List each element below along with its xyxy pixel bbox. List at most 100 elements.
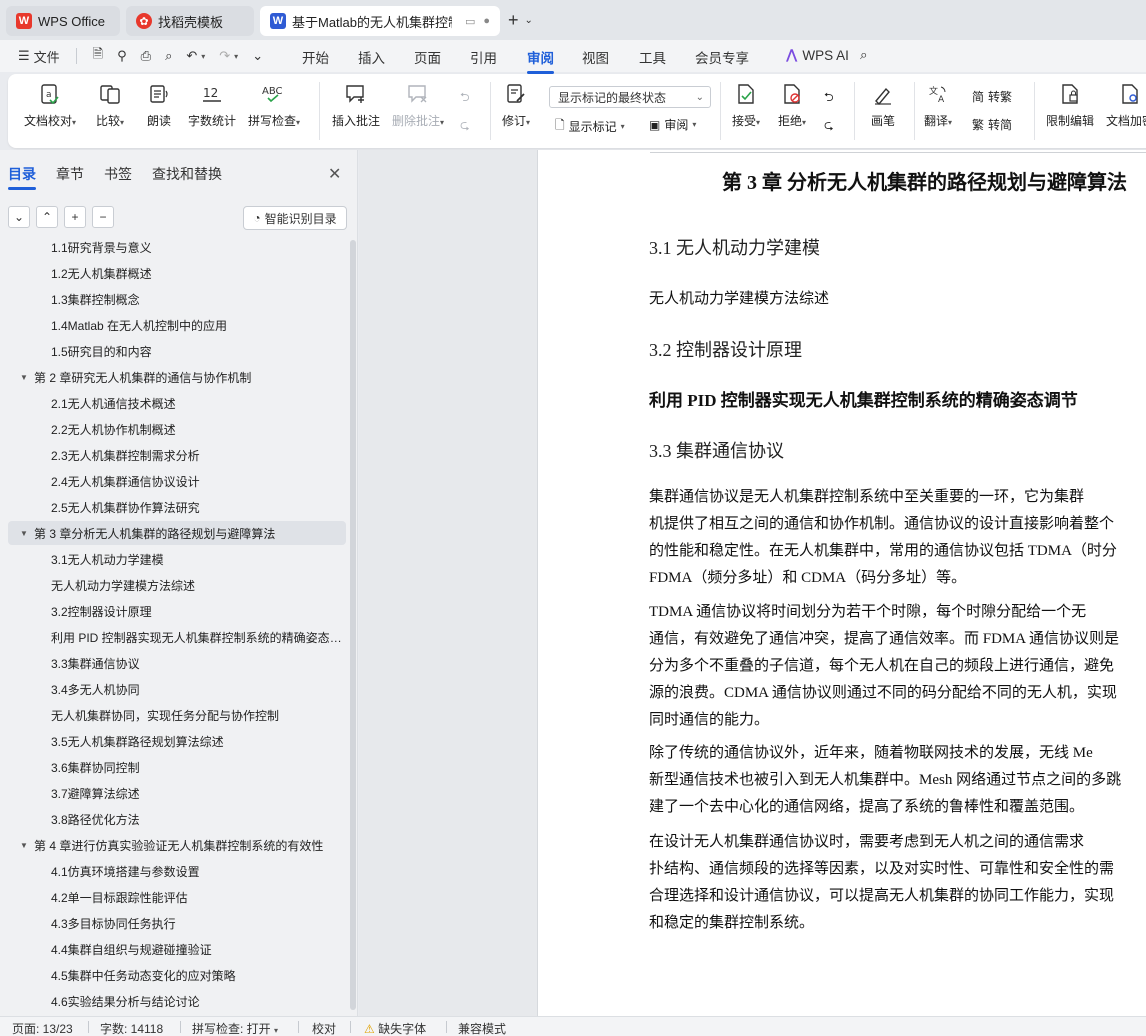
toc-section-item[interactable]: 4.4集群自组织与规避碰撞验证: [8, 937, 346, 961]
nav-tab-bookmarks[interactable]: 书签: [104, 164, 132, 184]
toc-section-item[interactable]: 无人机集群协同，实现任务分配与协作控制: [8, 703, 346, 727]
to-traditional-button[interactable]: 简 转繁: [972, 88, 1012, 105]
word-count-indicator[interactable]: 字数: 14118: [100, 1020, 163, 1036]
more-chevron-icon[interactable]: ⌄: [248, 46, 267, 66]
toc-section-item[interactable]: 2.3无人机集群控制需求分析: [8, 443, 346, 467]
translate-button[interactable]: 文A 翻译▾: [924, 82, 952, 129]
toc-chapter-item[interactable]: ▼ 第 3 章分析无人机集群的路径规划与避障算法: [8, 521, 346, 545]
toc-chapter-item[interactable]: ▼ 第 2 章研究无人机集群的通信与协作机制: [8, 365, 346, 389]
nav-scrollbar[interactable]: [350, 240, 356, 1010]
nav-tab-toc[interactable]: 目录: [8, 164, 36, 190]
menu-tab-insert[interactable]: 插入: [358, 47, 385, 67]
tab-document[interactable]: W 基于Matlab的无人机集群控制 ▭ ●: [260, 6, 500, 36]
proofread-indicator[interactable]: 校对: [312, 1020, 336, 1036]
page-indicator[interactable]: 页面: 13/23: [12, 1020, 73, 1036]
toc-section-item[interactable]: 3.7避障算法综述: [8, 781, 346, 805]
insert-comment-icon: [343, 82, 369, 106]
toc-section-item[interactable]: 4.2单一目标跟踪性能评估: [8, 885, 346, 909]
menu-tab-home[interactable]: 开始: [302, 47, 329, 67]
doc-encrypt-button[interactable]: 文档加密: [1106, 82, 1146, 129]
expand-triangle-icon[interactable]: ▼: [20, 529, 28, 538]
show-marks-button[interactable]: 🗋 显示标记 ▾: [555, 116, 625, 137]
delete-comment-button[interactable]: 删除批注▾: [392, 82, 444, 129]
compare-button[interactable]: 比较▾: [96, 82, 124, 129]
next-change-icon[interactable]: ⮎: [824, 116, 834, 137]
toc-section-item[interactable]: 4.6实验结果分析与结论讨论: [8, 989, 346, 1013]
export-pdf-icon[interactable]: ⚲: [113, 46, 131, 66]
toc-section-item[interactable]: 3.2控制器设计原理: [8, 599, 346, 623]
search-icon[interactable]: ⌕: [860, 47, 868, 63]
toc-section-item[interactable]: 2.4无人机集群通信协议设计: [8, 469, 346, 493]
toc-section-item[interactable]: 3.8路径优化方法: [8, 807, 346, 831]
toc-section-item[interactable]: 3.5无人机集群路径规划算法综述: [8, 729, 346, 753]
nav-tab-find-replace[interactable]: 查找和替换: [152, 164, 222, 184]
accept-button[interactable]: 接受▾: [732, 82, 760, 129]
insert-comment-button[interactable]: 插入批注: [332, 82, 380, 129]
spell-check-indicator[interactable]: 拼写检查: 打开 ▾: [192, 1020, 278, 1036]
toc-section-item[interactable]: 4.5集群中任务动态变化的应对策略: [8, 963, 346, 987]
nav-tab-sections[interactable]: 章节: [56, 164, 84, 184]
menu-tab-tools[interactable]: 工具: [639, 47, 666, 67]
unsaved-dot-icon[interactable]: ●: [483, 15, 490, 28]
close-icon[interactable]: ✕: [328, 164, 341, 184]
file-menu-button[interactable]: ☰ 文件: [14, 45, 64, 68]
toc-section-item[interactable]: 4.3多目标协同任务执行: [8, 911, 346, 935]
tab-template[interactable]: ✿ 找稻壳模板: [126, 6, 254, 36]
menu-tab-page[interactable]: 页面: [414, 47, 441, 67]
toc-section-item[interactable]: 1.5研究目的和内容: [8, 339, 346, 363]
add-heading-plus-icon[interactable]: +: [64, 206, 86, 228]
wps-ai-button[interactable]: ⋀ WPS AI: [786, 47, 849, 63]
smart-toc-button[interactable]: ◔ 智能识别目录: [243, 206, 347, 230]
expand-triangle-icon[interactable]: ▼: [20, 373, 28, 382]
review-pane-button[interactable]: ▣ 审阅 ▾: [649, 116, 696, 133]
toc-section-item[interactable]: 1.2无人机集群概述: [8, 261, 346, 285]
new-tab-button[interactable]: + ⌄: [508, 10, 533, 31]
prev-change-icon[interactable]: ⮌: [824, 88, 834, 109]
word-count-button[interactable]: 12 字数统计: [188, 82, 236, 129]
save-icon[interactable]: 🗎: [89, 43, 107, 69]
toc-section-item[interactable]: 2.5无人机集群协作算法研究: [8, 495, 346, 519]
toc-section-item[interactable]: 2.2无人机协作机制概述: [8, 417, 346, 441]
pen-button[interactable]: 画笔: [870, 82, 896, 129]
collapse-chevron-down-icon[interactable]: ⌄: [8, 206, 30, 228]
toc-section-item[interactable]: 2.1无人机通信技术概述: [8, 391, 346, 415]
document-page[interactable]: 第 3 章 分析无人机集群的路径规划与避障算法 3.1 无人机动力学建模 无人机…: [537, 150, 1146, 1016]
compat-mode-indicator[interactable]: 兼容模式: [458, 1020, 506, 1036]
toc-section-item[interactable]: 1.3集群控制概念: [8, 287, 346, 311]
missing-font-indicator[interactable]: ⚠ 缺失字体: [364, 1020, 426, 1036]
toc-section-item[interactable]: 利用 PID 控制器实现无人机集群控制系统的精确姿态调节: [8, 625, 346, 649]
menu-tab-view[interactable]: 视图: [582, 47, 609, 67]
doc-check-button[interactable]: a 文档校对▾: [24, 82, 76, 129]
toc-section-item[interactable]: 1.4Matlab 在无人机控制中的应用: [8, 313, 346, 337]
screen-icon[interactable]: ▭: [465, 15, 475, 28]
toc-section-item[interactable]: 3.3集群通信协议: [8, 651, 346, 675]
markup-display-dropdown[interactable]: 显示标记的最终状态 ⌄: [549, 86, 711, 108]
prev-comment-icon[interactable]: ⮌: [460, 88, 470, 109]
toc-section-item[interactable]: 3.6集群协同控制: [8, 755, 346, 779]
remove-heading-minus-icon[interactable]: −: [92, 206, 114, 228]
svg-text:ABC: ABC: [262, 86, 283, 97]
expand-chevron-up-icon[interactable]: ⌃: [36, 206, 58, 228]
undo-icon[interactable]: ↶ ▾: [182, 46, 209, 66]
read-aloud-button[interactable]: 朗读: [146, 82, 172, 129]
toc-section-item[interactable]: 1.1研究背景与意义: [8, 238, 346, 259]
toc-section-item[interactable]: 3.1无人机动力学建模: [8, 547, 346, 571]
next-comment-icon[interactable]: ⮎: [460, 116, 470, 137]
toc-section-item[interactable]: 3.4多无人机协同: [8, 677, 346, 701]
spell-check-button[interactable]: ABC 拼写检查▾: [248, 82, 300, 129]
menu-tab-references[interactable]: 引用: [470, 47, 497, 67]
tab-wps-office[interactable]: W WPS Office: [6, 6, 120, 36]
toc-chapter-item[interactable]: ▼ 第 4 章进行仿真实验验证无人机集群控制系统的有效性: [8, 833, 346, 857]
print-preview-icon[interactable]: ⌕: [161, 46, 176, 66]
toc-section-item[interactable]: 4.1仿真环境搭建与参数设置: [8, 859, 346, 883]
restrict-edit-button[interactable]: 限制编辑: [1046, 82, 1094, 129]
redo-icon[interactable]: ↷ ▾: [215, 46, 242, 66]
revise-button[interactable]: 修订▾: [502, 82, 530, 129]
print-icon[interactable]: ⎙: [137, 46, 155, 66]
reject-button[interactable]: 拒绝▾: [778, 82, 806, 129]
menu-tab-review[interactable]: 审阅: [527, 47, 554, 74]
to-simplified-button[interactable]: 繁 转简: [972, 116, 1012, 133]
menu-tab-member[interactable]: 会员专享: [695, 47, 749, 67]
toc-section-item[interactable]: 无人机动力学建模方法综述: [8, 573, 346, 597]
expand-triangle-icon[interactable]: ▼: [20, 841, 28, 850]
